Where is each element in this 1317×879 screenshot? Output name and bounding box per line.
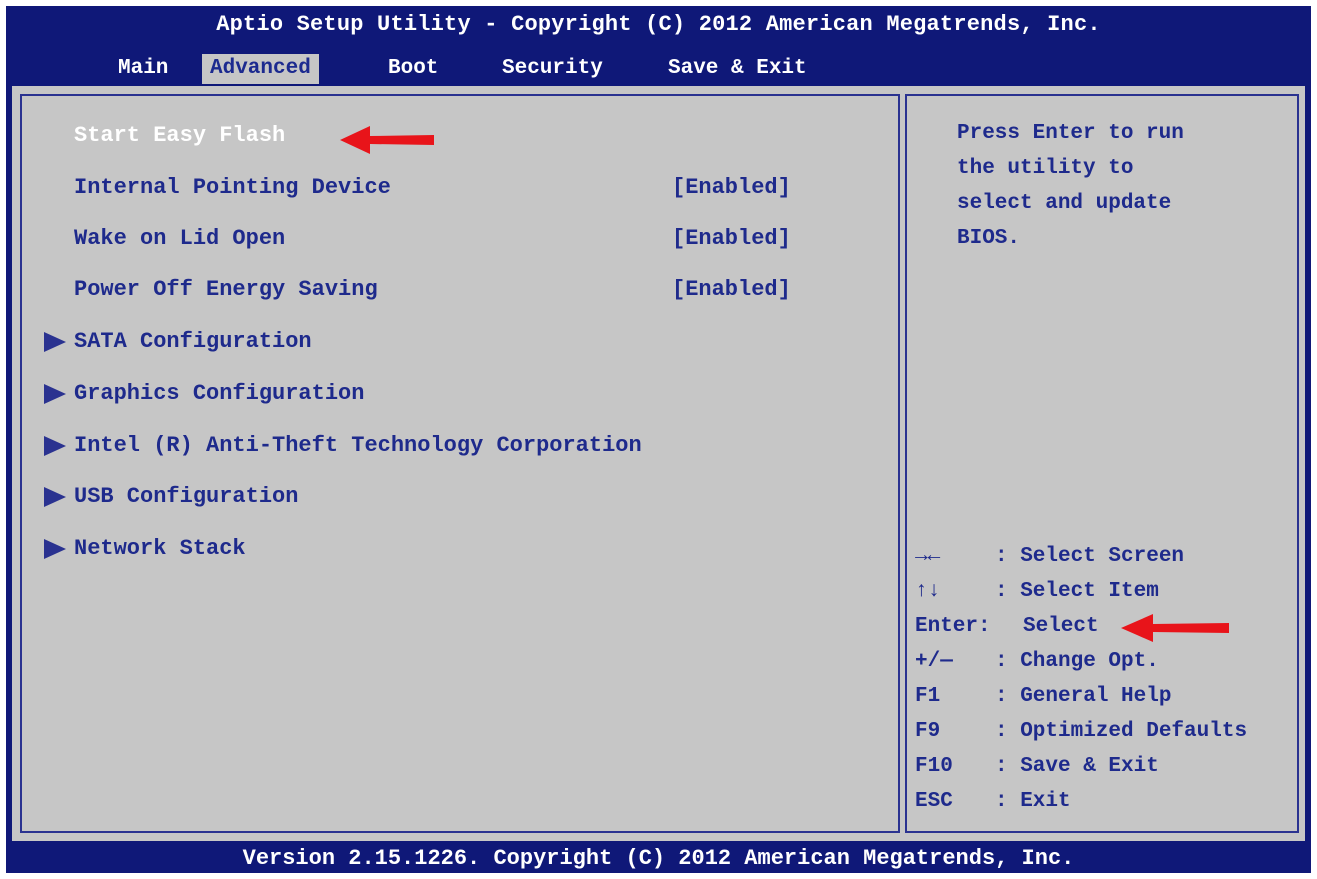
help-text: Press Enter to run the utility to select… [957,116,1287,256]
tab-save-exit[interactable]: Save & Exit [660,54,815,84]
internal-pointing-device-item[interactable]: Internal Pointing Device [74,172,391,204]
red-arrow-annotation-icon [340,126,434,154]
settings-panel: Start Easy Flash Internal Pointing Devic… [20,94,900,833]
key-description: : Save & Exit [995,755,1159,778]
tab-boot[interactable]: Boot [380,54,446,84]
key-hint-select-item: ↑↓ : Select Item [915,575,1159,609]
key-description: : Select Screen [995,545,1185,568]
red-arrow-annotation-icon [1121,614,1229,642]
submenu-arrow-icon [44,384,66,404]
key-label: F10 [915,755,953,778]
help-line: Press Enter to run [957,122,1184,145]
internal-pointing-device-value[interactable]: [Enabled] [672,172,791,204]
graphics-configuration-item[interactable]: Graphics Configuration [74,378,364,410]
power-off-energy-saving-value[interactable]: [Enabled] [672,274,791,306]
setup-frame: Start Easy Flash Internal Pointing Devic… [12,86,1305,841]
tab-advanced[interactable]: Advanced [202,54,319,84]
submenu-arrow-icon [44,539,66,559]
power-off-energy-saving-item[interactable]: Power Off Energy Saving [74,274,378,306]
bios-screen: Aptio Setup Utility - Copyright (C) 2012… [6,6,1311,873]
wake-on-lid-open-item[interactable]: Wake on Lid Open [74,223,285,255]
help-line: the utility to [957,157,1134,180]
key-description: : Select Item [995,580,1159,603]
network-stack-item[interactable]: Network Stack [74,533,246,565]
key-description: : General Help [995,685,1172,708]
key-label: +/— [915,650,953,673]
key-hint-save-exit: F10 : Save & Exit [915,750,1159,784]
key-label: Enter: [915,615,991,638]
key-hint-general-help: F1 : General Help [915,680,1171,714]
submenu-arrow-icon [44,436,66,456]
key-description: : Optimized Defaults [995,720,1248,743]
wake-on-lid-open-value[interactable]: [Enabled] [672,223,791,255]
submenu-arrow-icon [44,487,66,507]
key-label: →← [915,545,941,568]
tab-main[interactable]: Main [110,54,176,84]
key-hint-change-opt: +/— : Change Opt. [915,645,1159,679]
key-hint-enter-select: Enter: Select [915,610,1099,644]
key-hint-optimized-defaults: F9 : Optimized Defaults [915,715,1247,749]
usb-configuration-item[interactable]: USB Configuration [74,481,298,513]
start-easy-flash-item[interactable]: Start Easy Flash [74,120,285,152]
key-hint-select-screen: →← : Select Screen [915,540,1184,574]
help-panel: Press Enter to run the utility to select… [905,94,1299,833]
sata-configuration-item[interactable]: SATA Configuration [74,326,312,358]
key-description: : Exit [995,790,1071,813]
help-line: BIOS. [957,227,1021,250]
version-footer: Version 2.15.1226. Copyright (C) 2012 Am… [242,846,1075,871]
key-hint-exit: ESC : Exit [915,785,1071,819]
anti-theft-item[interactable]: Intel (R) Anti-Theft Technology Corporat… [74,430,642,462]
help-line: select and update [957,192,1172,215]
key-description: Select [1023,615,1099,638]
key-label: ↑↓ [915,580,941,603]
tab-security[interactable]: Security [494,54,611,84]
submenu-arrow-icon [44,332,66,352]
menu-bar: Main Advanced Boot Security Save & Exit [6,54,1311,86]
key-label: ESC [915,790,953,813]
utility-title: Aptio Setup Utility - Copyright (C) 2012… [216,12,1101,37]
key-label: F9 [915,720,941,743]
key-label: F1 [915,685,941,708]
key-description: : Change Opt. [995,650,1159,673]
